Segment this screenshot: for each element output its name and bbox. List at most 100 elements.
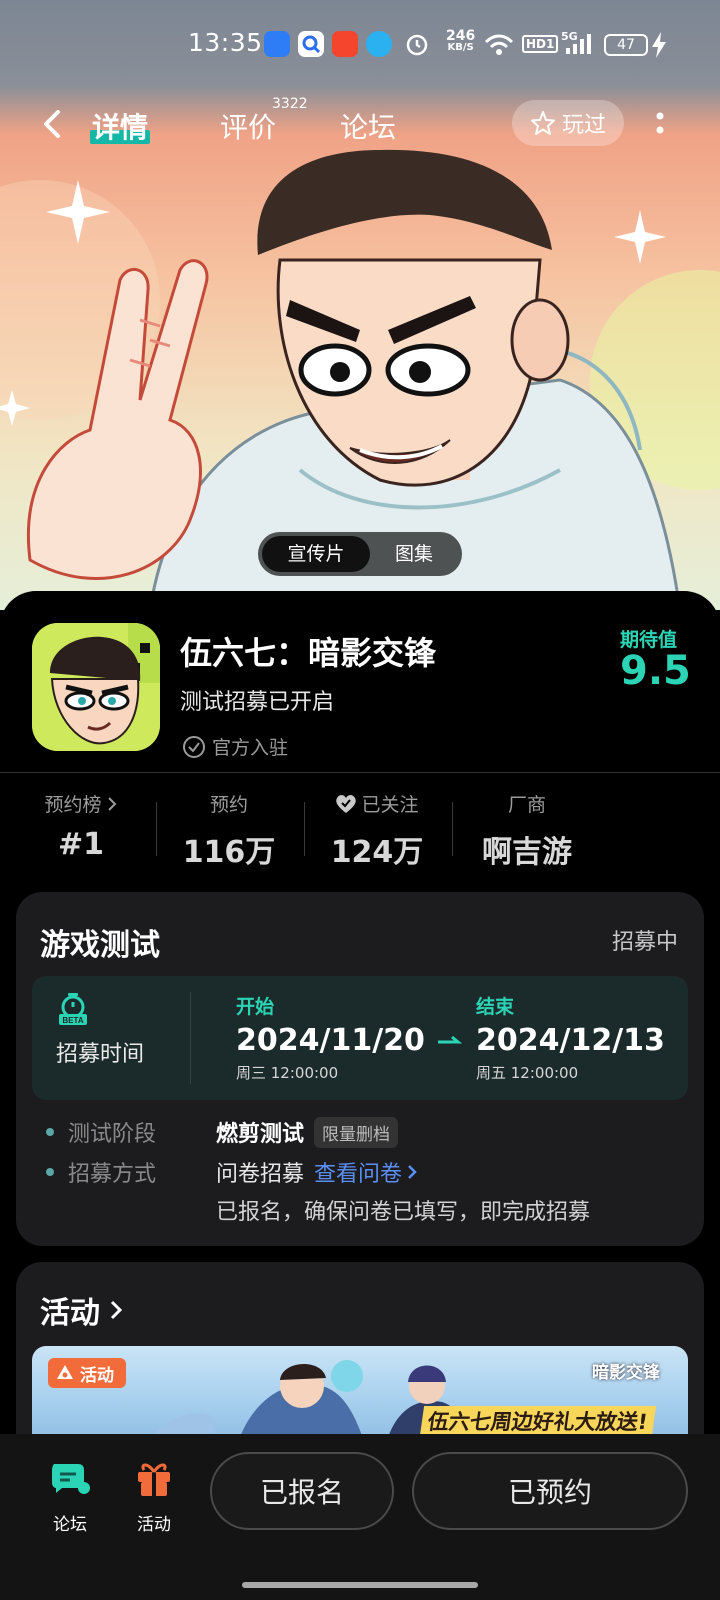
stat-follows-label: 已关注 [361, 794, 419, 816]
trailer-option[interactable]: 宣传片 [262, 536, 370, 572]
end-time: 周五 12:00:00 [476, 1064, 579, 1082]
bottom-nav-forum[interactable]: 论坛 [38, 1456, 102, 1535]
hero-media[interactable]: 13:35 246 KB/S HD1 5G 47 详情 评价 3322 论坛 玩… [0, 0, 720, 610]
hd-indicator: HD1 [522, 35, 559, 53]
official-badge: 官方入驻 [182, 733, 288, 760]
bottom-action-bar: 论坛 活动 已报名 已预约 [0, 1434, 720, 1600]
tab-reviews[interactable]: 评价 3322 [220, 96, 308, 146]
stat-reservations-value: 116万 [182, 835, 276, 870]
activity-badge: 活动 [48, 1358, 126, 1388]
stat-publisher-value: 啊吉游 [482, 835, 572, 870]
chevron-right-icon [107, 796, 116, 811]
gift-icon [138, 1463, 170, 1496]
start-time: 周三 12:00:00 [236, 1064, 339, 1082]
reviews-count: 3322 [272, 96, 308, 112]
forum-icon [52, 1464, 90, 1494]
stage-value: 燃剪测试 [216, 1122, 305, 1147]
browser-app-icon [366, 31, 392, 57]
test-status: 招募中 [611, 930, 678, 955]
bottom-nav-activity-label: 活动 [137, 1515, 171, 1535]
registered-button[interactable]: 已报名 [210, 1452, 394, 1530]
recruit-label: 招募时间 [56, 1042, 145, 1067]
app-icon [264, 31, 290, 57]
end-label: 结束 [476, 996, 515, 1018]
bottom-nav-forum-label: 论坛 [53, 1515, 87, 1535]
stat-publisher-label: 厂商 [507, 794, 546, 816]
status-time: 13:35 [188, 28, 263, 57]
tab-reviews-label: 评价 [220, 111, 277, 144]
top-nav: 详情 评价 3322 论坛 玩过 [0, 92, 720, 156]
star-icon [530, 111, 555, 135]
wifi-icon [484, 34, 514, 55]
chevron-right-icon [408, 1165, 417, 1179]
played-button[interactable]: 玩过 [512, 100, 624, 146]
activity-title: 活动 [40, 1296, 100, 1331]
stat-rank-label-row: 预约榜 [6, 790, 156, 817]
recruit-separator [190, 992, 191, 1084]
media-toggle: 宣传片 图集 [258, 532, 462, 576]
test-title: 游戏测试 [40, 928, 160, 963]
method-note: 已报名，确保问卷已填写，即完成招募 [216, 1200, 591, 1225]
charging-icon [652, 32, 666, 58]
stat-reservations-label: 预约 [209, 794, 248, 816]
reserved-button[interactable]: 已预约 [412, 1452, 688, 1530]
divider [0, 772, 720, 773]
recruit-time-box: BETA 招募时间 开始 2024/11/20 周三 12:00:00 结束 2… [32, 976, 688, 1100]
more-icon[interactable] [650, 106, 670, 142]
check-circle-icon [183, 735, 205, 758]
method-label: 招募方式 [68, 1162, 157, 1187]
played-label: 玩过 [561, 113, 606, 138]
search-app-icon [298, 31, 324, 57]
stat-rank-label: 预约榜 [44, 794, 102, 816]
back-icon[interactable] [34, 104, 74, 144]
bullet-dot [46, 1168, 54, 1176]
stat-publisher[interactable]: 厂商 啊吉游 [452, 790, 602, 871]
beta-timer-icon: BETA [59, 993, 87, 1025]
start-date-block: 开始 2024/11/20 周三 12:00:00 [236, 992, 425, 1083]
method-row: 招募方式 [46, 1156, 156, 1188]
net-speed: 246 KB/S [446, 28, 476, 53]
start-date: 2024/11/20 [236, 1023, 425, 1058]
bullet-dot [46, 1128, 54, 1136]
gallery-option[interactable]: 图集 [370, 536, 458, 572]
activity-header[interactable]: 活动 [40, 1288, 124, 1332]
alarm-icon [406, 34, 428, 56]
arrow-right-icon [438, 1035, 462, 1044]
signal-icon [566, 34, 591, 54]
bottom-nav-activity[interactable]: 活动 [122, 1456, 186, 1535]
end-date-block: 结束 2024/12/13 周五 12:00:00 [476, 992, 665, 1083]
home-indicator[interactable] [242, 1582, 478, 1588]
stat-rank-value: #1 [57, 827, 104, 862]
end-date: 2024/12/13 [476, 1023, 665, 1058]
game-test-card: 游戏测试 招募中 BETA 招募时间 开始 2024/11/20 周三 12:0… [16, 892, 704, 1246]
stage-tag: 限量删档 [314, 1116, 399, 1148]
chevron-right-icon [110, 1300, 123, 1320]
stat-reservations: 预约 116万 [154, 790, 304, 871]
tab-forum[interactable]: 论坛 [340, 106, 396, 146]
activity-card: 活动 活动 暗影交锋 伍六七周边好礼大放送! [16, 1262, 704, 1462]
activity-badge-label: 活动 [80, 1365, 114, 1386]
game-subtitle: 测试招募已开启 [180, 690, 335, 715]
heart-check-icon [336, 794, 357, 813]
method-value-row: 问卷招募 查看问卷 [216, 1156, 418, 1188]
expect-value: 9.5 [620, 648, 691, 694]
svg-text:BETA: BETA [62, 1016, 83, 1025]
activity-icon [57, 1365, 73, 1379]
official-label: 官方入驻 [212, 737, 289, 759]
stat-follows[interactable]: 已关注 124万 [302, 790, 452, 871]
stage-label: 测试阶段 [68, 1122, 157, 1147]
stat-rank[interactable]: 预约榜 #1 [6, 790, 156, 862]
tab-detail[interactable]: 详情 [89, 106, 151, 146]
video-app-icon [332, 31, 358, 57]
stat-follows-value: 124万 [330, 835, 424, 870]
battery-indicator: 47 [604, 34, 648, 56]
status-bar: 13:35 246 KB/S HD1 5G 47 [0, 0, 720, 88]
start-label: 开始 [236, 996, 275, 1018]
view-questionnaire-label: 查看问卷 [314, 1162, 403, 1187]
stage-row: 测试阶段 [46, 1116, 156, 1148]
view-questionnaire-link[interactable]: 查看问卷 [314, 1156, 418, 1188]
method-value: 问卷招募 [216, 1162, 305, 1187]
game-icon [32, 623, 160, 751]
banner-logo: 暗影交锋 [592, 1363, 660, 1383]
stage-value-row: 燃剪测试 限量删档 [216, 1116, 399, 1148]
